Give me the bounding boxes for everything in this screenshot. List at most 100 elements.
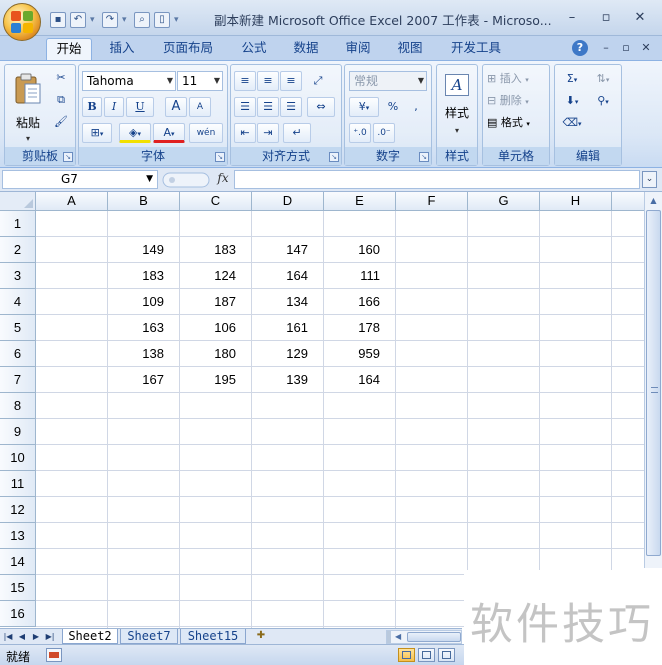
cut-icon[interactable]: ✂ bbox=[51, 68, 71, 86]
delete-cells-button[interactable]: ⊟ 删除 ▾ bbox=[486, 91, 548, 111]
macro-record-icon[interactable] bbox=[46, 648, 62, 662]
page-break-preview-button[interactable] bbox=[438, 648, 455, 662]
align-top-icon[interactable]: ≡ bbox=[234, 71, 256, 91]
prev-sheet-icon[interactable]: ◀ bbox=[16, 630, 28, 643]
print-preview-icon[interactable]: ⌕ bbox=[134, 12, 150, 28]
horizontal-scroll-thumb[interactable] bbox=[407, 632, 461, 642]
undo-icon[interactable]: ↶ bbox=[70, 12, 86, 28]
insert-worksheet-icon[interactable]: ✚ bbox=[252, 629, 270, 644]
help-icon[interactable]: ? bbox=[572, 40, 588, 56]
number-launcher-icon[interactable]: ↘ bbox=[419, 152, 429, 162]
tab-page-layout[interactable]: 页面布局 bbox=[152, 38, 224, 60]
row-header-16[interactable]: 16 bbox=[0, 601, 36, 627]
worksheet-grid[interactable]: A B C D E F G H 1 2 3 4 5 6 7 8 9 10 11 … bbox=[0, 192, 644, 628]
cell-d6[interactable]: 129 bbox=[252, 341, 324, 366]
workbook-close-button[interactable]: ✕ bbox=[638, 40, 654, 56]
align-left-icon[interactable]: ☰ bbox=[234, 97, 256, 117]
row-header-6[interactable]: 6 bbox=[0, 341, 36, 367]
cell-e2[interactable]: 160 bbox=[324, 237, 396, 262]
percent-style-button[interactable]: % bbox=[383, 97, 403, 117]
font-launcher-icon[interactable]: ↘ bbox=[215, 152, 225, 162]
cell-b7[interactable]: 167 bbox=[108, 367, 180, 392]
underline-button[interactable]: U bbox=[126, 97, 154, 117]
row-header-9[interactable]: 9 bbox=[0, 419, 36, 445]
cell-d2[interactable]: 147 bbox=[252, 237, 324, 262]
cell-b2[interactable]: 149 bbox=[108, 237, 180, 262]
column-header-partial[interactable] bbox=[612, 192, 644, 211]
tab-home[interactable]: 开始 bbox=[46, 38, 92, 60]
merge-center-icon[interactable]: ⇔ bbox=[307, 97, 335, 117]
increase-decimal-icon[interactable]: ⁺.0 bbox=[349, 123, 371, 143]
column-header-b[interactable]: B bbox=[108, 192, 180, 211]
column-header-d[interactable]: D bbox=[252, 192, 324, 211]
normal-view-button[interactable] bbox=[398, 648, 415, 662]
tab-split-handle[interactable] bbox=[387, 631, 391, 643]
copy-icon[interactable]: ⧉ bbox=[51, 90, 71, 108]
cell-c2[interactable]: 183 bbox=[180, 237, 252, 262]
new-document-icon[interactable]: ▯ bbox=[154, 12, 170, 28]
cell-c4[interactable]: 187 bbox=[180, 289, 252, 314]
row-header-3[interactable]: 3 bbox=[0, 263, 36, 289]
vertical-scroll-thumb[interactable] bbox=[646, 210, 661, 556]
column-header-a[interactable]: A bbox=[36, 192, 108, 211]
font-color-button[interactable]: A▾ bbox=[153, 123, 185, 143]
wrap-text-icon[interactable]: ↵ bbox=[283, 123, 311, 143]
shrink-font-button[interactable]: A bbox=[189, 97, 211, 117]
page-layout-view-button[interactable] bbox=[418, 648, 435, 662]
borders-button[interactable]: ⊞▾ bbox=[82, 123, 112, 143]
fill-button[interactable]: ⬇▾ bbox=[558, 91, 586, 111]
grow-font-button[interactable]: A bbox=[165, 97, 187, 117]
expand-formula-bar-icon[interactable]: ⌄ bbox=[642, 171, 657, 188]
maximize-button[interactable]: ▫ bbox=[596, 10, 616, 26]
phonetic-guide-button[interactable]: wén bbox=[189, 123, 223, 143]
accounting-format-button[interactable]: ¥▾ bbox=[349, 97, 379, 117]
styles-button[interactable]: A 样式 ▾ bbox=[439, 69, 475, 135]
tab-data[interactable]: 数据 bbox=[284, 38, 328, 60]
customize-qat-icon[interactable]: ▾ bbox=[174, 15, 182, 25]
close-button[interactable]: ✕ bbox=[630, 10, 650, 26]
cell-e5[interactable]: 178 bbox=[324, 315, 396, 340]
sort-filter-button[interactable]: ⇅▾ bbox=[589, 69, 617, 89]
row-header-15[interactable]: 15 bbox=[0, 575, 36, 601]
autosum-button[interactable]: Σ▾ bbox=[558, 69, 586, 89]
align-bottom-icon[interactable]: ≡ bbox=[280, 71, 302, 91]
cell-b5[interactable]: 163 bbox=[108, 315, 180, 340]
office-button[interactable] bbox=[3, 3, 41, 41]
cell-d7[interactable]: 139 bbox=[252, 367, 324, 392]
cell-c7[interactable]: 195 bbox=[180, 367, 252, 392]
row-header-11[interactable]: 11 bbox=[0, 471, 36, 497]
column-header-h[interactable]: H bbox=[540, 192, 612, 211]
horizontal-scrollbar[interactable]: ◀ bbox=[386, 630, 462, 644]
column-header-e[interactable]: E bbox=[324, 192, 396, 211]
vertical-scrollbar[interactable]: ▲ bbox=[644, 192, 662, 568]
increase-indent-icon[interactable]: ⇥ bbox=[257, 123, 279, 143]
last-sheet-icon[interactable]: ▶| bbox=[44, 630, 56, 643]
row-header-8[interactable]: 8 bbox=[0, 393, 36, 419]
cell-d5[interactable]: 161 bbox=[252, 315, 324, 340]
align-center-icon[interactable]: ☰ bbox=[257, 97, 279, 117]
row-header-12[interactable]: 12 bbox=[0, 497, 36, 523]
font-name-combo[interactable]: Tahoma ▼ bbox=[82, 71, 176, 91]
column-header-f[interactable]: F bbox=[396, 192, 468, 211]
row-header-2[interactable]: 2 bbox=[0, 237, 36, 263]
find-select-button[interactable]: ⚲▾ bbox=[589, 91, 617, 111]
row-header-4[interactable]: 4 bbox=[0, 289, 36, 315]
cell-e3[interactable]: 111 bbox=[324, 263, 396, 288]
cell-b6[interactable]: 138 bbox=[108, 341, 180, 366]
comma-style-button[interactable]: , bbox=[407, 97, 425, 117]
decrease-decimal-icon[interactable]: .0⁻ bbox=[373, 123, 395, 143]
sheet-tab-sheet2[interactable]: Sheet2 bbox=[62, 629, 118, 644]
row-header-7[interactable]: 7 bbox=[0, 367, 36, 393]
cell-b3[interactable]: 183 bbox=[108, 263, 180, 288]
scroll-left-icon[interactable]: ◀ bbox=[395, 631, 401, 643]
undo-dropdown-icon[interactable]: ▾ bbox=[90, 15, 98, 25]
paste-button[interactable]: 粘贴 ▾ bbox=[8, 67, 48, 145]
cell-c5[interactable]: 106 bbox=[180, 315, 252, 340]
column-header-g[interactable]: G bbox=[468, 192, 540, 211]
cell-b4[interactable]: 109 bbox=[108, 289, 180, 314]
row-header-13[interactable]: 13 bbox=[0, 523, 36, 549]
font-size-combo[interactable]: 11 ▼ bbox=[177, 71, 223, 91]
cell-e7[interactable]: 164 bbox=[324, 367, 396, 392]
sheet-tab-sheet7[interactable]: Sheet7 bbox=[120, 629, 178, 644]
clear-button[interactable]: ⌫▾ bbox=[558, 113, 586, 133]
